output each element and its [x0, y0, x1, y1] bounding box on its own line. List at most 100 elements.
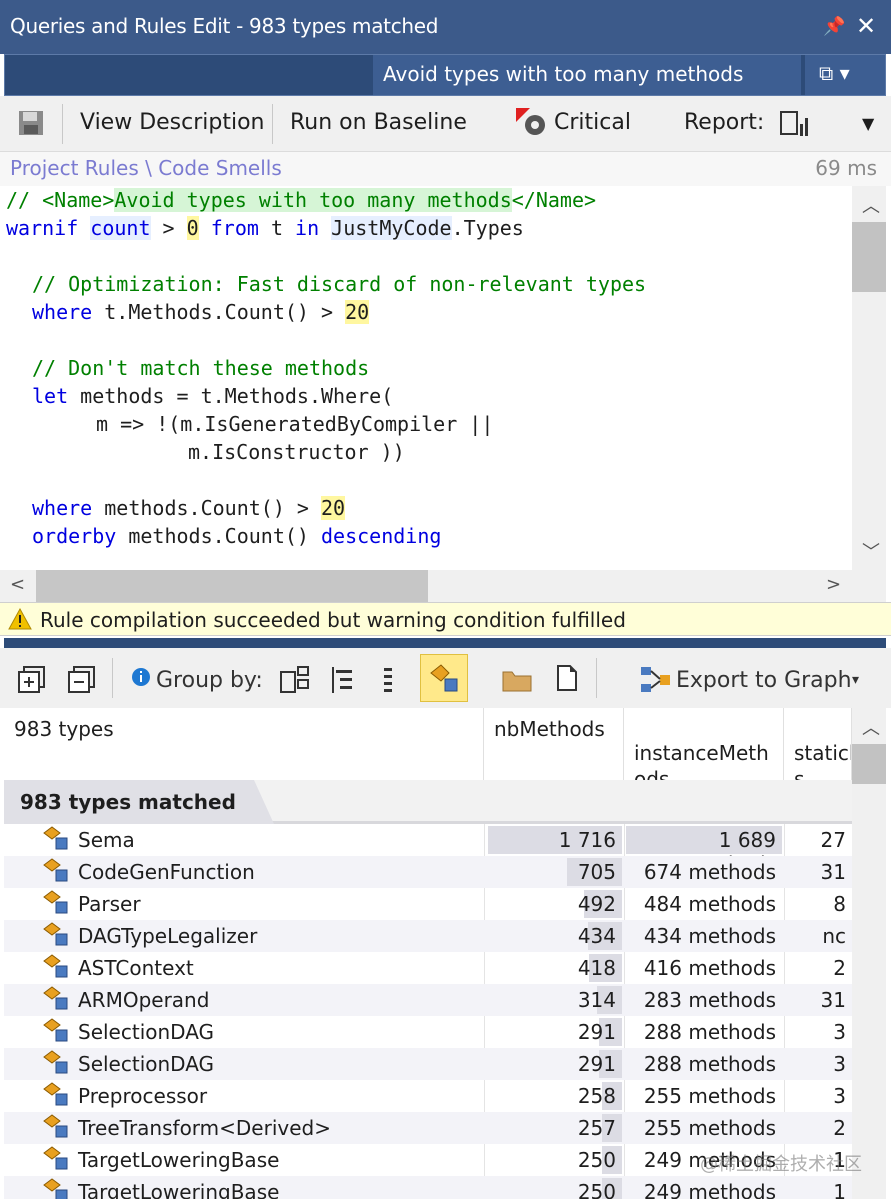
export-to-graph-button[interactable]: Export to Graph	[676, 668, 852, 693]
table-row[interactable]: Preprocessor 258 255 methods 3	[4, 1080, 852, 1112]
toolbar-overflow-icon[interactable]: ▼	[862, 114, 874, 133]
type-icon	[43, 922, 68, 946]
pin-icon[interactable]: 📌	[823, 16, 845, 37]
path-bar: Project Rules \ Code Smells 69 ms	[0, 152, 891, 186]
close-icon[interactable]: ✕	[856, 12, 876, 40]
code-number: 0	[186, 216, 199, 240]
warning-message: Rule compilation succeeded but warning c…	[40, 608, 626, 632]
table-row[interactable]: Sema1 7161 689 methods27	[4, 824, 852, 876]
table-row[interactable]: SelectionDAG 291 288 methods 3	[4, 1016, 852, 1048]
scroll-left-icon[interactable]: <	[10, 574, 25, 595]
staticmethods-value: 2	[833, 956, 846, 980]
toolbar-separator	[272, 104, 273, 144]
window-titlebar: Queries and Rules Edit - 983 types match…	[0, 0, 891, 54]
document-icon[interactable]	[556, 664, 578, 692]
type-name: Preprocessor	[78, 1084, 208, 1108]
staticmethods-value: 31	[820, 860, 846, 884]
code-text: .Types	[451, 216, 524, 240]
type-icon	[43, 1114, 68, 1138]
scroll-down-icon[interactable]: ﹀	[862, 538, 880, 564]
code-number: 20	[345, 300, 370, 324]
new-query-dropdown-icon[interactable]: ⧉ ▾	[805, 55, 885, 95]
table-row[interactable]: TreeTransform<Derived> 257 255 methods 2	[4, 1112, 852, 1144]
column-header-staticmethods[interactable]: staticl s	[784, 708, 852, 780]
table-row[interactable]: DAGTypeLegalizer 434 434 methods nc	[4, 920, 852, 952]
code-text: methods = t.Methods.Where(	[68, 384, 394, 408]
group-by-assembly-icon[interactable]	[280, 666, 310, 694]
code-text: m.IsConstructor ))	[188, 440, 405, 464]
code-line-9: m => !(m.IsGeneratedByCompiler ||	[96, 410, 493, 438]
pane-splitter[interactable]	[4, 638, 886, 648]
table-row[interactable]: TargetLoweringBase 250 249 methods 1	[4, 1176, 852, 1199]
instancemethods-value: 283 methods	[643, 988, 776, 1012]
nbmethods-value: 492	[577, 892, 616, 916]
code-comment: </Name>	[511, 188, 597, 212]
column-header-types[interactable]: 983 types	[4, 708, 484, 780]
code-keyword: where	[32, 300, 93, 324]
group-by-type-button[interactable]	[420, 654, 468, 702]
code-keyword: let	[32, 384, 69, 408]
table-row[interactable]: Parser 492 484 methods 8	[4, 888, 852, 920]
status-bar: Rule compilation succeeded but warning c…	[0, 602, 891, 636]
query-duration: 69 ms	[815, 156, 877, 180]
save-icon[interactable]	[18, 110, 44, 136]
expand-all-icon[interactable]	[18, 666, 46, 694]
code-editor[interactable]: // <Name>Avoid types with too many metho…	[0, 186, 852, 570]
rule-name-bar: Avoid types with too many methods ⧉ ▾	[4, 54, 886, 96]
table-row[interactable]: SelectionDAG 291 288 methods 3	[4, 1048, 852, 1080]
scroll-thumb[interactable]	[36, 570, 428, 602]
results-vertical-scrollbar[interactable]: ︿	[852, 708, 886, 1199]
column-header-instancemethods[interactable]: instanceMeth ods	[624, 708, 784, 791]
type-icon	[430, 664, 458, 692]
type-icon	[43, 1178, 68, 1199]
nbmethods-value: 250	[577, 1148, 616, 1172]
code-keyword: descending	[321, 524, 442, 548]
export-graph-icon[interactable]	[640, 666, 672, 694]
report-chart-icon[interactable]	[780, 110, 810, 138]
type-name: SelectionDAG	[78, 1020, 215, 1044]
watermark: @稀土掘金技术社区	[700, 1154, 862, 1175]
breadcrumb-link[interactable]: Project Rules \ Code Smells	[10, 156, 282, 180]
type-icon	[43, 826, 68, 850]
critical-toggle[interactable]: Critical	[554, 110, 631, 135]
group-by-namespace-icon[interactable]	[330, 666, 356, 694]
code-keyword: in	[295, 216, 320, 240]
code-line-7: // Don't match these methods	[32, 354, 369, 382]
export-dropdown-icon[interactable]: ▾	[852, 672, 859, 688]
staticmethods-value: 3	[833, 1020, 846, 1044]
group-label: 983 types matched	[4, 780, 274, 824]
type-name: CodeGenFunction	[78, 860, 255, 884]
code-line-2: warnif count > 0 from t in JustMyCode.Ty…	[6, 214, 524, 242]
instancemethods-value: 288 methods	[643, 1020, 776, 1044]
type-name: DAGTypeLegalizer	[78, 924, 258, 948]
table-row[interactable]: ASTContext 418 416 methods 2	[4, 952, 852, 984]
code-text: t	[258, 216, 296, 240]
view-description-button[interactable]: View Description	[80, 110, 265, 135]
group-by-label: Group by:	[156, 668, 263, 693]
folder-icon[interactable]	[502, 668, 532, 692]
nbmethods-value: 434	[577, 924, 616, 948]
code-keyword: from	[210, 216, 259, 240]
rule-name-field[interactable]: Avoid types with too many methods	[373, 55, 801, 95]
group-by-flat-icon[interactable]	[380, 666, 396, 694]
scroll-thumb[interactable]	[852, 744, 886, 784]
collapse-all-icon[interactable]	[68, 666, 96, 694]
code-line-10: m.IsConstructor ))	[188, 438, 405, 466]
column-header-nbmethods[interactable]: nbMethods	[484, 708, 624, 780]
code-text: methods.Count()	[116, 524, 321, 548]
type-name: TreeTransform<Derived>	[78, 1116, 331, 1140]
editor-horizontal-scrollbar[interactable]: < >	[0, 570, 886, 602]
scroll-thumb[interactable]	[852, 222, 886, 292]
scroll-up-icon[interactable]: ︿	[862, 192, 880, 218]
run-on-baseline-button[interactable]: Run on Baseline	[290, 110, 467, 135]
group-header-row[interactable]: 983 types matched	[4, 780, 852, 824]
table-row[interactable]: ARMOperand 314 283 methods 31	[4, 984, 852, 1016]
editor-vertical-scrollbar[interactable]: ︿ ﹀	[852, 186, 886, 570]
scroll-up-icon[interactable]: ︿	[862, 714, 880, 740]
table-row[interactable]: CodeGenFunction 705 674 methods 31	[4, 856, 852, 888]
type-icon	[43, 890, 68, 914]
toolbar-separator	[596, 658, 597, 698]
type-name: ARMOperand	[78, 988, 210, 1012]
scroll-right-icon[interactable]: >	[826, 574, 841, 595]
staticmethods-value: 3	[833, 1084, 846, 1108]
